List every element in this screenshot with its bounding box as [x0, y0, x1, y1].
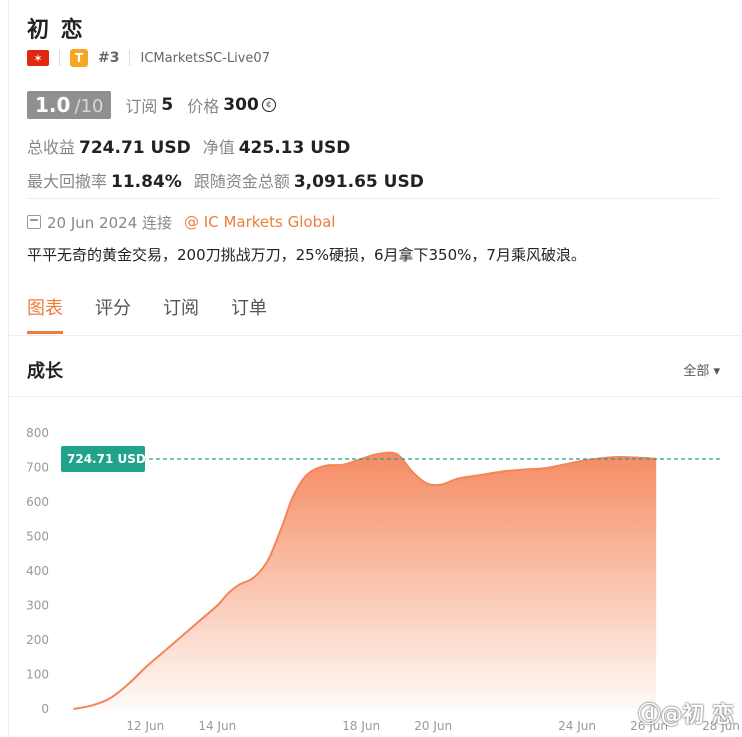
svg-text:724.71 USD: 724.71 USD [67, 452, 146, 466]
tab-orders[interactable]: 订单 [231, 294, 267, 334]
stats-row-1: 总收益 724.71 USD 净值 425.13 USD [27, 134, 350, 158]
follow-funds-label: 跟随资金总额 [193, 172, 290, 191]
calendar-icon [27, 215, 41, 229]
growth-title: 成长 [27, 361, 63, 382]
divider [59, 50, 60, 66]
rating-score: 1.0 [35, 93, 71, 117]
y-tick-label: 400 [26, 564, 49, 578]
server-name: ICMarketsSC-Live07 [140, 50, 270, 66]
broker-link[interactable]: @ IC Markets Global [184, 213, 335, 231]
y-tick-label: 100 [26, 668, 49, 682]
total-profit-label: 总收益 [27, 138, 76, 157]
coin-icon: ¢ [261, 98, 276, 112]
price-label: 价格 [187, 97, 220, 116]
rank-label: #3 [98, 50, 120, 66]
current-value-badge: 724.71 USD [61, 445, 146, 472]
total-profit-value: 724.71 USD [79, 138, 191, 158]
y-tick-label: 300 [26, 599, 49, 613]
price-value: 300 [223, 95, 259, 115]
meta-row: ✶ T #3 ICMarketsSC-Live07 [27, 48, 270, 68]
x-tick-label: 20 Jun [414, 719, 452, 733]
hong-kong-flag-icon: ✶ [27, 50, 49, 66]
y-tick-label: 500 [26, 530, 49, 544]
divider [129, 50, 131, 66]
connection-row: 20 Jun 2024 连接 @ IC Markets Global [27, 212, 335, 232]
y-tick-label: 600 [26, 495, 49, 509]
connect-date: 20 Jun 2024 连接 [47, 213, 173, 232]
subscribe-count: 5 [161, 95, 174, 115]
tab-subscribe[interactable]: 订阅 [163, 294, 199, 334]
type-badge: T [70, 49, 88, 67]
max-drawdown-value: 11.84% [111, 172, 182, 192]
y-tick-label: 0 [41, 702, 49, 716]
range-dropdown[interactable]: 全部 ▾ [683, 360, 720, 379]
subscribe-label: 订阅 [125, 97, 158, 116]
equity-value: 425.13 USD [238, 138, 351, 158]
equity-label: 净值 [202, 138, 235, 157]
growth-chart: 0 100 200 300 400 500 600 700 800 12 Jun 14 Jun 18… [26, 426, 740, 733]
x-tick-label: 24 Jun [558, 719, 596, 733]
divider [9, 335, 742, 336]
tab-chart[interactable]: 图表 [27, 294, 63, 334]
stats-row-2: 最大回撤率 11.84% 跟随资金总额 3,091.65 USD [27, 168, 424, 192]
rating-row: 1.0 /10 订阅 5 价格 300 ¢ [27, 91, 276, 119]
follow-funds-value: 3,091.65 USD [293, 172, 424, 192]
divider [27, 198, 719, 199]
x-tick-label: 18 Jun [342, 719, 380, 733]
page-title: 初 恋 [27, 18, 85, 43]
y-axis: 0 100 200 300 400 500 600 700 800 [26, 426, 49, 716]
tab-rating[interactable]: 评分 [95, 294, 131, 334]
x-tick-label: 12 Jun [126, 719, 164, 733]
y-tick-label: 700 [26, 461, 49, 475]
signal-card: 初 恋 ✶ T #3 ICMarketsSC-Live07 1.0 /10 订阅… [8, 0, 742, 737]
x-tick-label: 14 Jun [198, 719, 236, 733]
growth-area [73, 452, 657, 709]
strategy-description: 平平无奇的黄金交易，200刀挑战万刀，25%硬损，6月拿下350%，7月乘风破浪… [27, 246, 586, 264]
tab-bar: 图表 评分 订阅 订单 [27, 294, 299, 334]
y-tick-label: 200 [26, 633, 49, 647]
rating-max: /10 [74, 96, 104, 117]
watermark: ⓓ@初 恋 [638, 703, 734, 728]
rating-badge: 1.0 /10 [27, 91, 112, 119]
max-drawdown-label: 最大回撤率 [27, 172, 108, 191]
y-tick-label: 800 [26, 426, 49, 440]
